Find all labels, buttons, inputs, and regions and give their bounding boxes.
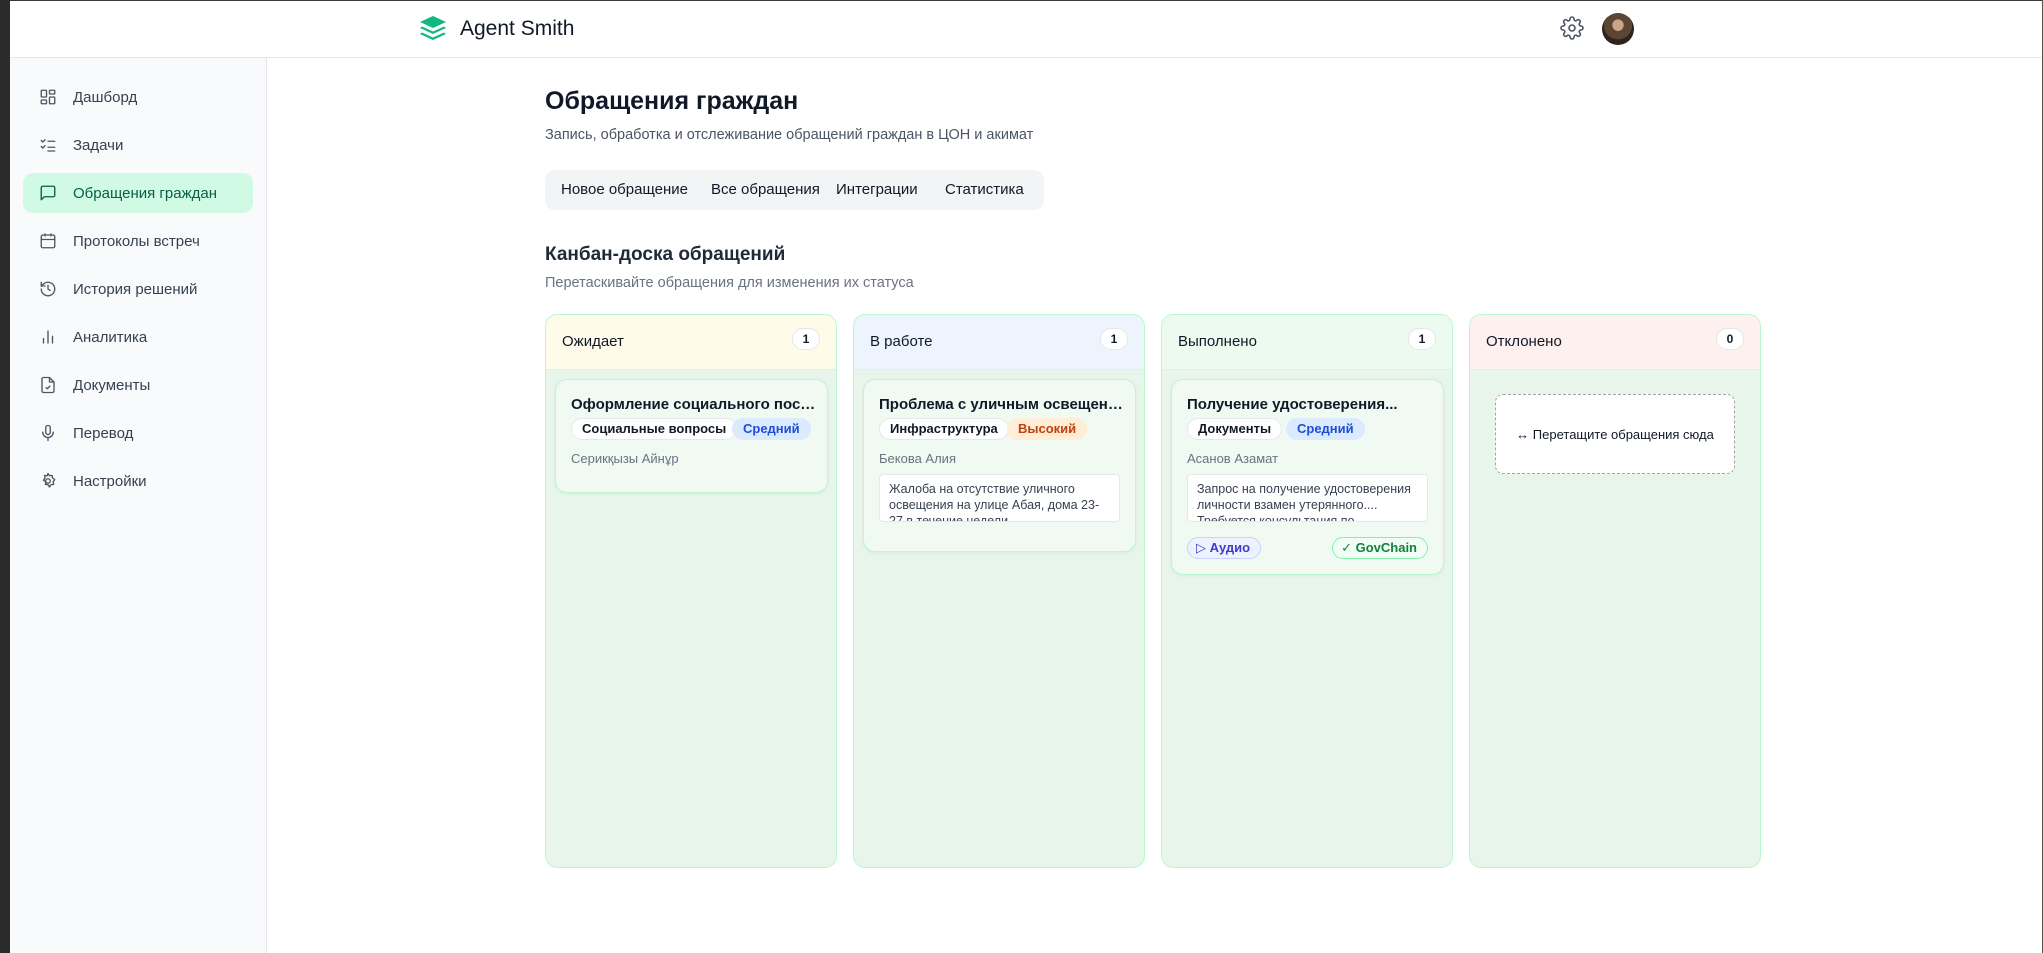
column-header: Выполнено 1	[1162, 315, 1452, 370]
sidebar-item-label: Дашборд	[73, 88, 138, 106]
window-left-edge	[0, 0, 10, 953]
app-title: Agent Smith	[460, 17, 575, 40]
kanban-column-rejected: Отклонено 0 ↔ Перетащите обращения сюда	[1469, 314, 1761, 868]
sidebar-item-label: Аналитика	[73, 328, 148, 346]
sidebar-item-label: Документы	[73, 376, 151, 394]
column-count-badge: 1	[1100, 328, 1128, 350]
sidebar-item-translation[interactable]: Перевод	[23, 413, 253, 453]
tab-statistics[interactable]: Статистика	[936, 175, 1033, 205]
sidebar-item-documents[interactable]: Документы	[23, 365, 253, 405]
sidebar-item-dashboard[interactable]: Дашборд	[23, 77, 253, 117]
sidebar-item-tasks[interactable]: Задачи	[23, 125, 253, 165]
message-icon	[39, 184, 57, 202]
column-title: Отклонено	[1486, 333, 1562, 350]
sidebar-item-label: Настройки	[73, 472, 147, 490]
sidebar-item-meeting-protocols[interactable]: Протоколы встреч	[23, 221, 253, 261]
column-header: В работе 1	[854, 315, 1144, 370]
column-count-badge: 0	[1716, 328, 1744, 350]
request-card[interactable]: Проблема с уличным освещением Инфраструк…	[863, 379, 1136, 552]
dashboard-icon	[39, 88, 57, 106]
bar-chart-icon	[39, 328, 57, 346]
column-title: Ожидает	[562, 333, 624, 350]
gear-icon	[39, 472, 57, 490]
kanban-column-in-progress: В работе 1 Проблема с уличным освещением…	[853, 314, 1145, 868]
request-card[interactable]: Оформление социального пособия Социальны…	[555, 379, 828, 493]
column-header: Отклонено 0	[1470, 315, 1760, 370]
priority-badge: Средний	[732, 418, 811, 440]
card-person: Асанов Азамат	[1187, 451, 1279, 466]
card-person: Серикқызы Айнұр	[571, 451, 679, 466]
tab-all-requests[interactable]: Все обращения	[702, 175, 829, 205]
category-badge: Документы	[1187, 418, 1283, 440]
tab-integrations[interactable]: Интеграции	[827, 175, 927, 205]
category-badge: Инфраструктура	[879, 418, 1009, 440]
card-person: Бекова Алия	[879, 451, 956, 466]
history-icon	[39, 280, 57, 298]
sidebar-item-label: История решений	[73, 280, 198, 298]
drop-zone[interactable]: ↔ Перетащите обращения сюда	[1495, 394, 1735, 474]
request-card[interactable]: Получение удостоверения... Документы Сре…	[1171, 379, 1444, 575]
sidebar-item-settings[interactable]: Настройки	[23, 461, 253, 501]
stack-logo-icon	[418, 14, 448, 44]
kanban-column-pending: Ожидает 1 Оформление социального пособия…	[545, 314, 837, 868]
column-count-badge: 1	[1408, 328, 1436, 350]
column-header: Ожидает 1	[546, 315, 836, 370]
sidebar-item-label: Перевод	[73, 424, 134, 442]
audio-play-button[interactable]: ▷ Аудио	[1187, 537, 1262, 559]
sidebar-item-label: Протоколы встреч	[73, 232, 200, 250]
sidebar: Дашборд Задачи Обращения граждан Протоко…	[10, 58, 267, 953]
document-icon	[39, 376, 57, 394]
column-title: В работе	[870, 333, 933, 350]
board-subtitle: Перетаскивайте обращения для изменения и…	[545, 275, 914, 291]
user-avatar[interactable]	[1602, 13, 1634, 45]
card-description: Запрос на получение удостоверения личнос…	[1187, 474, 1428, 522]
page-subtitle: Запись, обработка и отслеживание обращен…	[545, 127, 1034, 143]
sidebar-item-decision-history[interactable]: История решений	[23, 269, 253, 309]
tasks-icon	[39, 136, 57, 154]
microphone-icon	[39, 424, 57, 442]
sidebar-item-label: Задачи	[73, 136, 124, 154]
column-title: Выполнено	[1178, 333, 1257, 350]
calendar-icon	[39, 232, 57, 250]
card-description: Жалоба на отсутствие уличного освещения …	[879, 474, 1120, 522]
column-count-badge: 1	[792, 328, 820, 350]
tab-bar: Новое обращение Все обращения Интеграции…	[545, 170, 1044, 210]
settings-gear-icon[interactable]	[1560, 16, 1584, 40]
sidebar-item-analytics[interactable]: Аналитика	[23, 317, 253, 357]
govchain-verified-badge[interactable]: ✓ GovChain	[1332, 537, 1428, 559]
priority-badge: Средний	[1286, 418, 1365, 440]
card-title: Получение удостоверения...	[1187, 396, 1398, 413]
tab-new-request[interactable]: Новое обращение	[552, 175, 697, 205]
page-title: Обращения граждан	[545, 87, 799, 115]
priority-badge: Высокий	[1007, 418, 1088, 440]
card-title: Проблема с уличным освещением	[879, 396, 1124, 413]
top-header: Agent Smith	[10, 1, 2042, 58]
board-title: Канбан-доска обращений	[545, 244, 786, 265]
card-title: Оформление социального пособия	[571, 396, 816, 413]
kanban-column-done: Выполнено 1 Получение удостоверения... Д…	[1161, 314, 1453, 868]
category-badge: Социальные вопросы	[571, 418, 738, 440]
sidebar-item-label: Обращения граждан	[73, 184, 217, 202]
sidebar-item-citizen-requests[interactable]: Обращения граждан	[23, 173, 253, 213]
